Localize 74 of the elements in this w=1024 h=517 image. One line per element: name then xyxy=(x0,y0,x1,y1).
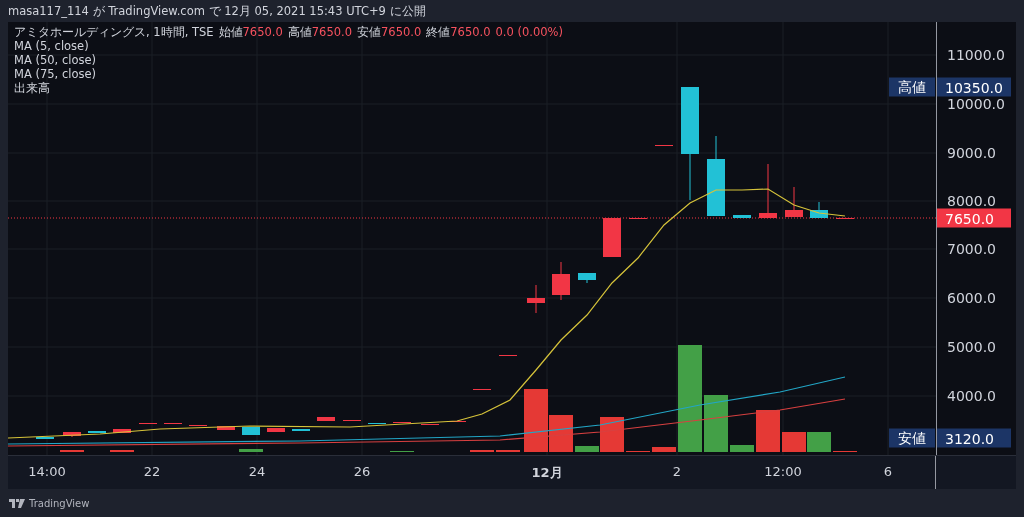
candlestick xyxy=(63,431,81,438)
volume-bar xyxy=(782,432,806,452)
price-tick: 10000.0 xyxy=(947,96,1005,112)
candlestick xyxy=(88,430,106,434)
candlestick xyxy=(552,261,570,301)
ohlc-value: 7650.0 xyxy=(450,25,491,39)
candlestick xyxy=(113,428,131,434)
ohlc-value: 7650.0 xyxy=(311,25,353,39)
candlestick xyxy=(164,422,182,425)
ohlc-value: 7650.0 xyxy=(242,25,283,39)
time-tick: 26 xyxy=(353,464,371,479)
price-tick: 4000.0 xyxy=(947,388,996,404)
indicator-label[interactable]: MA (5, close) xyxy=(14,39,563,53)
candlestick xyxy=(421,423,439,426)
candlestick xyxy=(368,422,386,425)
candlestick xyxy=(393,421,411,424)
price-tick: 11000.0 xyxy=(947,47,1005,63)
candlestick xyxy=(759,163,777,219)
price-tick: 8000.0 xyxy=(947,193,996,209)
volume-bar xyxy=(704,395,728,452)
ohlc-label: 安値 xyxy=(357,25,382,39)
price-change: 0.0 (0.00%) xyxy=(495,25,563,39)
low-price-tag: 3120.0 xyxy=(937,428,1011,448)
candlestick xyxy=(242,426,260,436)
indicator-label[interactable]: MA (75, close) xyxy=(14,67,563,81)
last-price-tag: 7650.0 xyxy=(937,208,1011,228)
indicator-label[interactable]: 出来高 xyxy=(14,81,563,95)
candlestick xyxy=(810,201,828,219)
publish-info: masa117_114 が TradingView.com で 12月 05, 2021 15:43 UTC+9 に公開 xyxy=(8,3,426,19)
candlestick xyxy=(655,144,673,147)
time-tick: 14:00 xyxy=(28,464,66,479)
price-tick: 5000.0 xyxy=(947,339,996,355)
candlestick xyxy=(629,217,647,220)
volume-bar xyxy=(756,410,780,452)
candlestick xyxy=(527,284,545,314)
low-label: 安値 xyxy=(889,428,935,448)
candlestick xyxy=(785,186,803,218)
candlestick xyxy=(317,416,335,422)
candlestick xyxy=(499,354,517,357)
candlestick xyxy=(139,422,157,425)
ohlc-label: 始値 xyxy=(218,25,243,39)
ohlc-label: 高値 xyxy=(287,25,312,39)
brand-name: TradingView xyxy=(29,497,90,509)
time-tick: 2 xyxy=(672,464,682,479)
candlestick xyxy=(578,272,596,284)
price-tick: 6000.0 xyxy=(947,290,996,306)
ohlc-value: 7650.0 xyxy=(381,25,422,39)
volume-bar xyxy=(730,445,754,452)
candlestick xyxy=(217,425,235,431)
volume-bar xyxy=(807,432,831,452)
candlestick xyxy=(603,217,621,258)
candlestick xyxy=(267,427,285,433)
logo-icon xyxy=(9,498,25,508)
volume-bar xyxy=(652,447,676,452)
candlestick xyxy=(189,424,207,427)
time-tick: 12月 xyxy=(531,464,563,482)
candlestick xyxy=(343,419,361,422)
ohlc-label: 終値 xyxy=(426,25,451,39)
price-tick: 7000.0 xyxy=(947,241,996,257)
candlestick xyxy=(36,436,54,440)
volume-bar xyxy=(239,449,263,452)
indicator-label[interactable]: MA (50, close) xyxy=(14,53,563,67)
price-tick: 9000.0 xyxy=(947,145,996,161)
candlestick xyxy=(473,388,491,391)
candlestick xyxy=(836,217,854,220)
high-label: 高値 xyxy=(889,77,935,97)
time-tick: 22 xyxy=(143,464,161,479)
candlestick xyxy=(292,428,310,432)
symbol-title: アミタホールディングス, 1時間, TSE xyxy=(14,25,214,39)
time-tick: 6 xyxy=(883,464,893,479)
time-tick: 24 xyxy=(248,464,266,479)
time-tick: 12:00 xyxy=(764,464,802,479)
high-price-tag: 10350.0 xyxy=(937,77,1011,97)
candlestick xyxy=(733,214,751,219)
